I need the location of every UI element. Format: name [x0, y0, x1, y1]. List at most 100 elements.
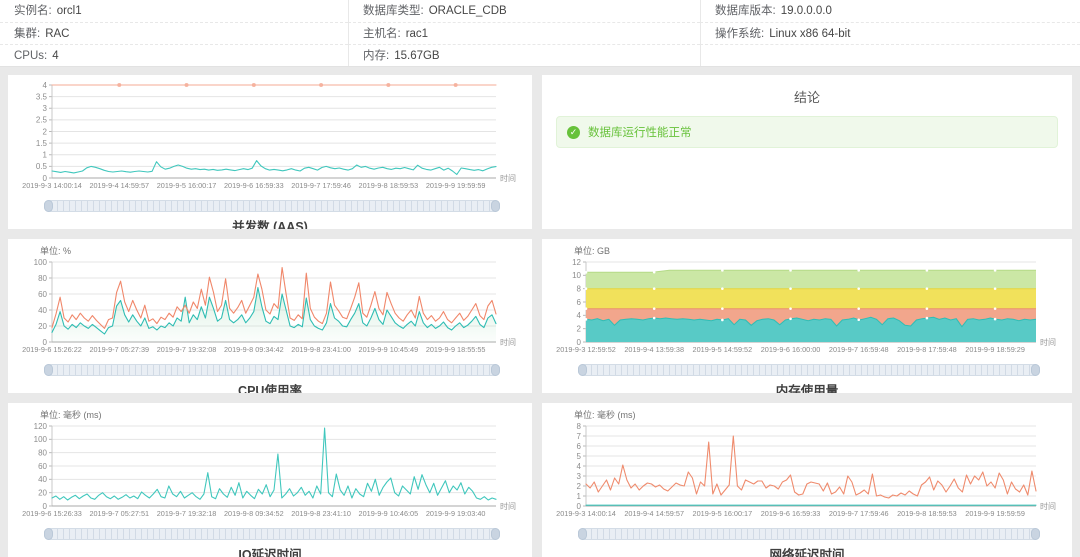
- svg-text:1.5: 1.5: [36, 139, 48, 148]
- svg-text:2019-9-6 15:26:33: 2019-9-6 15:26:33: [22, 509, 82, 518]
- datazoom-right-handle[interactable]: [491, 364, 500, 376]
- aas-datazoom-slider[interactable]: [44, 200, 500, 212]
- svg-text:2019-9-3 14:00:14: 2019-9-3 14:00:14: [556, 509, 616, 518]
- svg-text:2: 2: [577, 482, 582, 491]
- datazoom-left-handle[interactable]: [44, 364, 53, 376]
- instance-name-label: 实例名:: [14, 5, 52, 17]
- chart-title-cpu: CPU使用率: [238, 384, 302, 393]
- svg-text:4: 4: [577, 462, 582, 471]
- svg-text:时间: 时间: [500, 501, 516, 511]
- svg-text:4: 4: [577, 311, 582, 320]
- db-type-value: ORACLE_CDB: [428, 5, 507, 17]
- chart-title-memory: 内存使用量: [775, 384, 839, 393]
- svg-text:2019-9-8 18:59:53: 2019-9-8 18:59:53: [897, 509, 957, 518]
- dashboard-page: 实例名: orcl1 数据库类型: ORACLE_CDB 数据库版本: 19.0.0.…: [0, 0, 1080, 557]
- panel-aas: 0 0.5 1 1.5 2 2.5 3 3.5 4 2019-9-3 14:00:14 2019-9…: [8, 75, 532, 229]
- chart-title-io: IO延迟时间: [238, 548, 302, 557]
- instance-name-cell: 实例名: orcl1: [0, 0, 348, 22]
- cluster-cell: 集群: RAC: [0, 22, 348, 44]
- svg-text:8: 8: [577, 422, 582, 431]
- svg-text:2019-9-5 14:59:52: 2019-9-5 14:59:52: [693, 345, 753, 354]
- datazoom-left-handle[interactable]: [44, 200, 53, 212]
- cpus-value: 4: [52, 50, 59, 62]
- os-value: Linux x86 64-bit: [769, 28, 851, 40]
- cpu-datazoom-slider[interactable]: [44, 364, 500, 376]
- conclusion-title: 结论: [793, 90, 820, 105]
- svg-text:40: 40: [38, 306, 47, 315]
- memory-chart[interactable]: 0 2 4 6 8 10 12 2019-9-3 12:59:52 2019-9-4 13:59…: [552, 257, 1062, 362]
- svg-text:6: 6: [577, 298, 582, 307]
- cluster-value: RAC: [45, 28, 70, 40]
- db-version-value: 19.0.0.0.0: [780, 5, 832, 17]
- svg-text:2019-9-7 05:27:51: 2019-9-7 05:27:51: [89, 509, 149, 518]
- info-row: 集群: RAC 主机名: rac1 操作系统: Linux x86 64-bit: [0, 22, 1080, 44]
- svg-text:10: 10: [572, 271, 581, 280]
- svg-text:2019-9-5 16:00:17: 2019-9-5 16:00:17: [157, 181, 217, 190]
- datazoom-right-handle[interactable]: [1031, 364, 1040, 376]
- info-row: CPUs: 4 内存: 15.67GB: [0, 44, 1080, 66]
- svg-text:3: 3: [577, 472, 582, 481]
- svg-text:1: 1: [577, 492, 582, 501]
- io-chart[interactable]: 0 20 40 60 80 100 120 2019-9-6 15:26:33 2019-9-7…: [18, 421, 522, 526]
- hostname-label: 主机名:: [363, 28, 401, 40]
- svg-text:80: 80: [38, 448, 47, 457]
- svg-text:2019-9-4 14:59:57: 2019-9-4 14:59:57: [624, 509, 684, 518]
- io-unit-label: 单位: 毫秒 (ms): [40, 410, 102, 420]
- svg-text:2019-9-9 19:59:59: 2019-9-9 19:59:59: [426, 181, 486, 190]
- info-row: 实例名: orcl1 数据库类型: ORACLE_CDB 数据库版本: 19.0.0.…: [0, 0, 1080, 22]
- memory-unit-label: 单位: GB: [574, 246, 611, 256]
- network-datazoom-slider[interactable]: [578, 528, 1040, 540]
- svg-text:100: 100: [34, 435, 48, 444]
- io-datazoom-slider[interactable]: [44, 528, 500, 540]
- svg-text:2019-9-4 14:59:57: 2019-9-4 14:59:57: [89, 181, 149, 190]
- svg-text:2.5: 2.5: [36, 116, 48, 125]
- datazoom-right-handle[interactable]: [491, 200, 500, 212]
- os-label: 操作系统:: [715, 28, 765, 40]
- db-version-cell: 数据库版本: 19.0.0.0.0: [700, 0, 1080, 22]
- network-unit-label: 单位: 毫秒 (ms): [574, 410, 636, 420]
- datazoom-left-handle[interactable]: [44, 528, 53, 540]
- datazoom-left-handle[interactable]: [578, 528, 587, 540]
- memory-datazoom-slider[interactable]: [578, 364, 1040, 376]
- svg-text:4: 4: [43, 81, 48, 90]
- svg-text:2019-9-7 05:27:39: 2019-9-7 05:27:39: [89, 345, 149, 354]
- cpus-label: CPUs:: [14, 50, 48, 62]
- svg-text:2019-9-8 09:34:42: 2019-9-8 09:34:42: [224, 345, 284, 354]
- empty-cell: [700, 44, 1080, 66]
- cluster-label: 集群:: [14, 28, 41, 40]
- svg-text:2019-9-9 10:45:49: 2019-9-9 10:45:49: [359, 345, 419, 354]
- svg-text:2019-9-9 10:46:05: 2019-9-9 10:46:05: [359, 509, 419, 518]
- svg-text:2019-9-3 14:00:14: 2019-9-3 14:00:14: [22, 181, 82, 190]
- panel-memory: 单位: GB 0 2 4 6 8 10 12 2019-9-3 12:59:52 2019-9-…: [542, 239, 1072, 393]
- svg-text:2019-9-6 15:26:22: 2019-9-6 15:26:22: [22, 345, 82, 354]
- svg-text:3: 3: [43, 104, 48, 113]
- status-text: 数据库运行性能正常: [588, 127, 692, 139]
- memory-label: 内存:: [363, 50, 390, 62]
- chart-title-network: 网络延迟时间: [769, 548, 845, 557]
- cpu-unit-label: 单位: %: [40, 246, 72, 256]
- db-version-label: 数据库版本:: [715, 5, 776, 17]
- db-type-cell: 数据库类型: ORACLE_CDB: [348, 0, 700, 22]
- svg-text:2019-9-8 18:59:53: 2019-9-8 18:59:53: [359, 181, 419, 190]
- os-cell: 操作系统: Linux x86 64-bit: [700, 22, 1080, 44]
- panel-cpu: 单位: % 0 20 40 60 80 100 2019-9-6 15:26:22 2019-…: [8, 239, 532, 393]
- memory-cell: 内存: 15.67GB: [348, 44, 700, 66]
- network-chart[interactable]: 0 1 2 3 4 5 6 7 8 2019-9-3 14:00:14 2019-9-4 14:59…: [552, 421, 1062, 526]
- cpu-chart[interactable]: 0 20 40 60 80 100 2019-9-6 15:26:22 2019-9-7 05…: [18, 257, 522, 362]
- memory-value: 15.67GB: [394, 50, 440, 62]
- svg-text:5: 5: [577, 452, 582, 461]
- svg-text:2019-9-9 19:03:40: 2019-9-9 19:03:40: [426, 509, 486, 518]
- svg-text:2019-9-8 09:34:52: 2019-9-8 09:34:52: [224, 509, 284, 518]
- datazoom-right-handle[interactable]: [491, 528, 500, 540]
- svg-text:2019-9-6 16:59:33: 2019-9-6 16:59:33: [761, 509, 821, 518]
- datazoom-right-handle[interactable]: [1031, 528, 1040, 540]
- db-info-table: 实例名: orcl1 数据库类型: ORACLE_CDB 数据库版本: 19.0.0.…: [0, 0, 1080, 67]
- datazoom-left-handle[interactable]: [578, 364, 587, 376]
- svg-text:6: 6: [577, 442, 582, 451]
- svg-text:2019-9-7 16:59:48: 2019-9-7 16:59:48: [829, 345, 889, 354]
- charts-grid: 0 0.5 1 1.5 2 2.5 3 3.5 4 2019-9-3 14:00:14 2019-9…: [0, 67, 1080, 557]
- aas-chart[interactable]: 0 0.5 1 1.5 2 2.5 3 3.5 4 2019-9-3 14:00:14 2019-9…: [18, 79, 522, 198]
- svg-text:3.5: 3.5: [36, 92, 48, 101]
- svg-text:0.5: 0.5: [36, 162, 48, 171]
- svg-text:2019-9-5 16:00:17: 2019-9-5 16:00:17: [693, 509, 753, 518]
